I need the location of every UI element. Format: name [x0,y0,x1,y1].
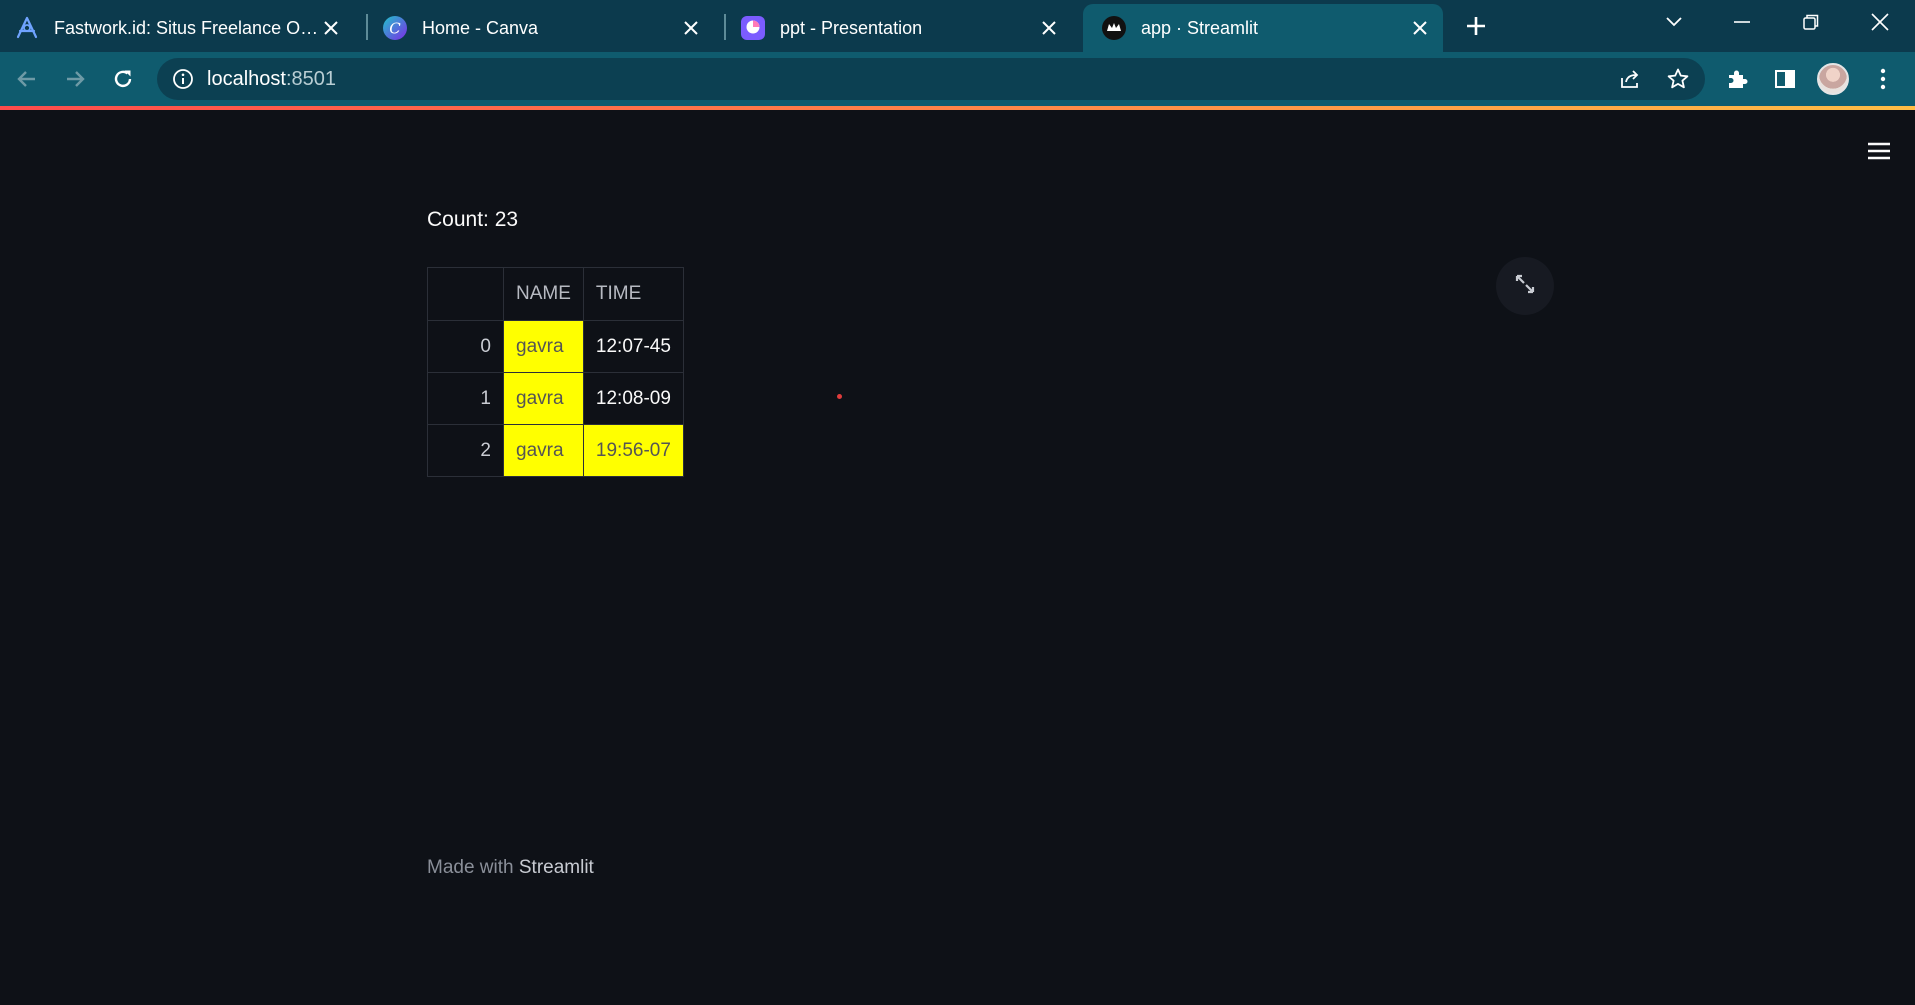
cell-time[interactable]: 12:08-09 [582,372,684,425]
streamlit-app [0,110,1915,1005]
tab-divider [724,14,726,40]
row-index: 1 [427,372,504,425]
url-port: :8501 [285,67,336,90]
browser-tab-strip: Fastwork.id: Situs Freelance Online C Ho… [0,0,1915,52]
tab-title: Fastwork.id: Situs Freelance Online [54,17,324,38]
table-row: 2 gavra 19:56-07 [427,424,684,477]
expand-icon [1513,272,1537,301]
url-host: localhost [207,67,286,90]
extensions-icon[interactable] [1720,62,1754,96]
forward-button[interactable] [58,62,92,96]
presentation-icon [740,15,766,41]
footer-prefix: Made with [427,857,519,878]
minimize-button[interactable] [1722,6,1762,38]
cell-name[interactable]: gavra [503,424,584,477]
tab-divider [366,14,368,40]
bookmark-star-icon[interactable] [1661,62,1695,96]
new-tab-button[interactable] [1460,10,1492,42]
tab-title: app · Streamlit [1141,17,1259,38]
table-row: 0 gavra 12:07-45 [427,320,684,373]
footer: Made with Streamlit [427,857,594,879]
cursor-dot [837,394,842,399]
footer-brand-link[interactable]: Streamlit [519,857,594,878]
reload-button[interactable] [106,62,140,96]
url-text: localhost:8501 [207,68,336,91]
cell-time[interactable]: 12:07-45 [582,320,684,373]
restore-button[interactable] [1791,6,1831,38]
column-header-name[interactable]: NAME [503,267,584,321]
app-menu-icon[interactable] [1863,135,1895,167]
canva-icon: C [382,15,408,41]
tab-title: ppt - Presentation [780,17,923,38]
row-index: 2 [427,424,504,477]
side-panel-icon[interactable] [1768,62,1802,96]
streamlit-icon [1101,15,1127,41]
tab-streamlit[interactable]: app · Streamlit [1083,4,1443,52]
close-icon[interactable] [1036,15,1062,41]
row-index: 0 [427,320,504,373]
close-icon[interactable] [1407,15,1433,41]
cell-name[interactable]: gavra [503,320,584,373]
svg-text:C: C [389,20,401,38]
close-icon[interactable] [318,15,344,41]
tab-title: Home - Canva [422,17,539,38]
fastwork-icon [14,15,40,41]
cell-name[interactable]: gavra [503,372,584,425]
tab-canva[interactable]: C Home - Canva [382,4,714,52]
cell-time[interactable]: 19:56-07 [582,424,684,477]
share-icon[interactable] [1613,62,1647,96]
table-row: 1 gavra 12:08-09 [427,372,684,425]
fullscreen-expand-button[interactable] [1496,257,1554,315]
close-window-button[interactable] [1860,6,1900,38]
address-bar[interactable]: localhost:8501 [157,58,1705,100]
back-button[interactable] [10,62,44,96]
count-text: Count: 23 [427,208,519,231]
tab-search-button[interactable] [1654,6,1694,38]
tab-fastwork[interactable]: Fastwork.id: Situs Freelance Online [14,4,354,52]
browser-menu-icon[interactable] [1866,62,1900,96]
index-header [427,267,504,321]
profile-avatar[interactable] [1817,63,1849,95]
tab-presentation[interactable]: ppt - Presentation [740,4,1072,52]
column-header-time[interactable]: TIME [582,267,684,321]
info-icon[interactable] [171,67,195,91]
table-header-row: NAME TIME [427,267,684,321]
close-icon[interactable] [678,15,704,41]
dataframe-table[interactable]: NAME TIME 0 gavra 12:07-45 1 gavra 12:08… [427,267,684,477]
browser-toolbar: localhost:8501 [0,52,1915,106]
